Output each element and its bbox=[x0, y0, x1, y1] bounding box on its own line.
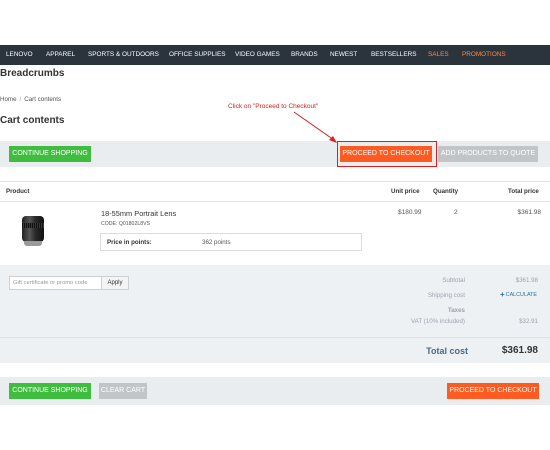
unit-price-value: $180.99 bbox=[398, 209, 422, 216]
top-navigation: Lenovo Apparel Sports & Outdoors Office … bbox=[0, 45, 550, 65]
calculate-shipping-link[interactable]: +Calculate bbox=[500, 290, 537, 299]
top-action-bar: Continue shopping Proceed to checkout Ad… bbox=[0, 141, 550, 167]
subtotal-value: $361.98 bbox=[515, 277, 538, 284]
add-products-to-quote-button[interactable]: Add products to quote bbox=[438, 146, 538, 162]
bottom-action-bar: Continue shopping Clear cart Proceed to … bbox=[0, 377, 550, 405]
total-cost-value: $361.98 bbox=[501, 345, 538, 356]
nav-item-sales[interactable]: Sales bbox=[428, 45, 449, 65]
lens-mount bbox=[24, 241, 42, 246]
plus-icon: + bbox=[500, 290, 505, 299]
page-title: Cart contents bbox=[0, 115, 65, 126]
taxes-label: Taxes bbox=[447, 307, 465, 314]
instruction-annotation: Click on "Proceed to Checkout" bbox=[228, 103, 319, 110]
column-header-total-price: Total price bbox=[508, 188, 539, 195]
column-header-product: Product bbox=[6, 188, 30, 195]
nav-item-lenovo[interactable]: Lenovo bbox=[6, 45, 33, 65]
camera-lens-icon[interactable] bbox=[20, 216, 46, 248]
lens-barrel bbox=[22, 216, 44, 242]
column-header-unit-price: Unit price bbox=[391, 188, 420, 195]
promo-code-input[interactable] bbox=[9, 276, 102, 290]
annotation-highlight-box bbox=[337, 141, 437, 167]
row-total-price: $361.98 bbox=[517, 209, 542, 216]
continue-shopping-button-bottom[interactable]: Continue shopping bbox=[9, 383, 91, 399]
summary-divider bbox=[0, 337, 550, 338]
calculate-shipping-label: Calculate bbox=[505, 292, 538, 298]
lens-focus-ring bbox=[22, 223, 44, 228]
column-header-quantity: Quantity bbox=[433, 188, 459, 195]
breadcrumb-separator: / bbox=[19, 96, 22, 103]
clear-cart-button[interactable]: Clear cart bbox=[99, 383, 147, 399]
nav-item-office-supplies[interactable]: Office Supplies bbox=[169, 45, 225, 65]
total-cost-label: Total cost bbox=[426, 346, 468, 356]
table-header-divider bbox=[0, 201, 550, 202]
breadcrumb: Home / Cart contents bbox=[0, 96, 61, 103]
vat-label: VAT (10% included) bbox=[411, 318, 465, 325]
price-in-points-value: 362 points bbox=[202, 239, 231, 246]
product-code: CODE: Q01802L8VS bbox=[101, 221, 151, 227]
nav-item-video-games[interactable]: Video Games bbox=[235, 45, 280, 65]
shipping-cost-label: Shipping cost bbox=[427, 292, 465, 299]
breadcrumb-current: Cart contents bbox=[24, 96, 62, 103]
table-top-divider bbox=[0, 181, 550, 182]
continue-shopping-button[interactable]: Continue shopping bbox=[9, 146, 91, 162]
breadcrumbs-heading: Breadcrumbs bbox=[0, 68, 65, 79]
price-in-points-box: Price in points: 362 points bbox=[100, 233, 362, 251]
nav-item-brands[interactable]: Brands bbox=[291, 45, 318, 65]
proceed-to-checkout-button-bottom[interactable]: Proceed to checkout bbox=[447, 383, 539, 399]
apply-promo-button[interactable]: Apply bbox=[101, 276, 129, 290]
product-name-link[interactable]: 18-55mm Portrait Lens bbox=[101, 209, 176, 218]
nav-item-sports-outdoors[interactable]: Sports & Outdoors bbox=[88, 45, 159, 65]
quantity-value[interactable]: 2 bbox=[454, 209, 458, 216]
subtotal-label: Subtotal bbox=[442, 277, 465, 284]
price-in-points-label: Price in points: bbox=[107, 239, 152, 246]
nav-item-bestsellers[interactable]: Bestsellers bbox=[371, 45, 416, 65]
nav-item-newest[interactable]: Newest bbox=[330, 45, 357, 65]
vat-value: $32.91 bbox=[519, 318, 538, 325]
nav-item-apparel[interactable]: Apparel bbox=[46, 45, 75, 65]
breadcrumb-home-link[interactable]: Home bbox=[0, 96, 17, 103]
nav-item-promotions[interactable]: Promotions bbox=[462, 45, 506, 65]
cart-summary: Apply Subtotal $361.98 Shipping cost +Ca… bbox=[0, 265, 550, 363]
